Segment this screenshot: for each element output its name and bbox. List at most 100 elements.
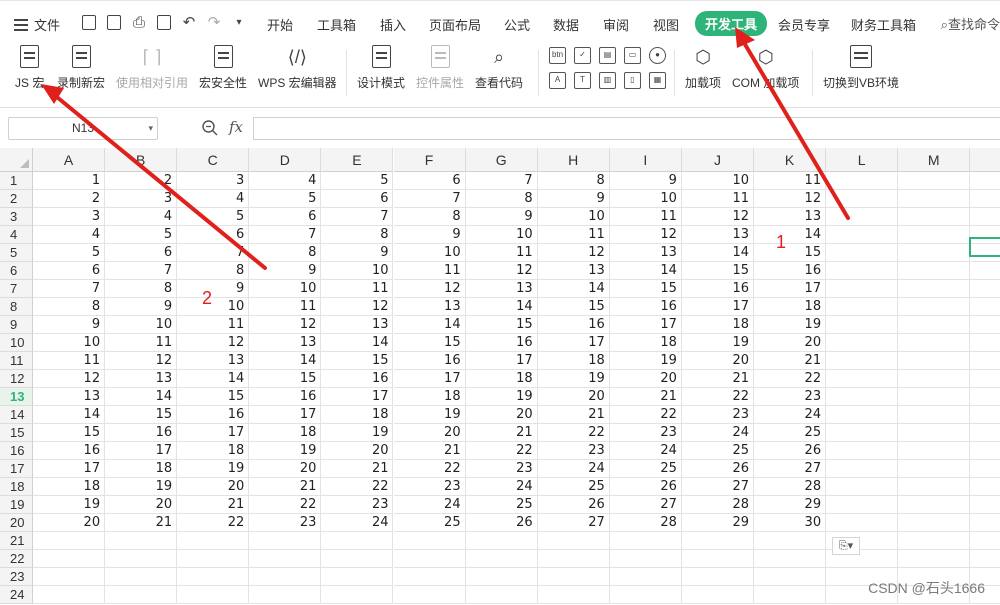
table-cell[interactable] xyxy=(970,190,1000,208)
table-cell[interactable]: 11 xyxy=(465,244,538,262)
table-cell[interactable]: 21 xyxy=(249,478,322,496)
table-cell[interactable] xyxy=(609,568,682,586)
column-header-j[interactable]: J xyxy=(681,148,754,172)
table-cell[interactable]: 17 xyxy=(609,316,682,334)
table-cell[interactable]: 17 xyxy=(249,406,322,424)
table-cell[interactable]: 7 xyxy=(321,208,394,226)
table-cell[interactable] xyxy=(393,568,466,586)
table-cell[interactable] xyxy=(826,442,899,460)
table-cell[interactable] xyxy=(826,514,899,532)
table-cell[interactable]: 20 xyxy=(537,388,610,406)
table-cell[interactable]: 18 xyxy=(537,352,610,370)
table-cell[interactable]: 22 xyxy=(393,460,466,478)
table-cell[interactable] xyxy=(321,568,394,586)
table-cell[interactable] xyxy=(826,352,899,370)
table-cell[interactable] xyxy=(898,478,971,496)
row-header-17[interactable]: 17 xyxy=(0,460,33,478)
table-cell[interactable]: 9 xyxy=(249,262,322,280)
table-cell[interactable] xyxy=(465,586,538,604)
table-cell[interactable]: 7 xyxy=(393,190,466,208)
row-header-18[interactable]: 18 xyxy=(0,478,33,496)
table-cell[interactable]: 13 xyxy=(105,370,178,388)
table-cell[interactable]: 14 xyxy=(754,226,827,244)
table-cell[interactable]: 15 xyxy=(537,298,610,316)
table-cell[interactable] xyxy=(105,568,178,586)
table-cell[interactable]: 10 xyxy=(609,190,682,208)
view-code-button[interactable]: ⌕ 查看代码 xyxy=(475,44,523,108)
table-cell[interactable]: 18 xyxy=(609,334,682,352)
table-cell[interactable]: 21 xyxy=(681,370,754,388)
macro-security-button[interactable]: 宏安全性 xyxy=(199,44,247,108)
table-cell[interactable]: 15 xyxy=(105,406,178,424)
table-cell[interactable]: 23 xyxy=(465,460,538,478)
table-cell[interactable]: 10 xyxy=(321,262,394,280)
column-header-i[interactable]: I xyxy=(609,148,682,172)
undo-icon[interactable]: ↶ xyxy=(180,13,198,31)
table-cell[interactable] xyxy=(826,244,899,262)
table-cell[interactable]: 20 xyxy=(465,406,538,424)
table-cell[interactable] xyxy=(898,262,971,280)
select-all-corner[interactable] xyxy=(0,148,33,172)
table-cell[interactable] xyxy=(898,496,971,514)
table-cell[interactable]: 18 xyxy=(249,424,322,442)
table-cell[interactable]: 13 xyxy=(393,298,466,316)
image-control-icon[interactable]: ▦ xyxy=(649,72,666,89)
table-cell[interactable] xyxy=(537,586,610,604)
table-cell[interactable] xyxy=(898,370,971,388)
table-cell[interactable]: 7 xyxy=(177,244,250,262)
table-cell[interactable]: 22 xyxy=(465,442,538,460)
addins-button[interactable]: ⬡ 加载项 xyxy=(685,44,721,108)
column-header-k[interactable]: K xyxy=(754,148,827,172)
table-cell[interactable] xyxy=(898,244,971,262)
table-cell[interactable]: 9 xyxy=(609,172,682,190)
table-cell[interactable]: 20 xyxy=(321,442,394,460)
table-cell[interactable]: 19 xyxy=(177,460,250,478)
table-cell[interactable]: 26 xyxy=(609,478,682,496)
table-cell[interactable]: 24 xyxy=(465,478,538,496)
table-cell[interactable]: 14 xyxy=(105,388,178,406)
table-cell[interactable]: 10 xyxy=(393,244,466,262)
table-cell[interactable]: 25 xyxy=(465,496,538,514)
table-cell[interactable]: 14 xyxy=(537,280,610,298)
table-cell[interactable]: 19 xyxy=(393,406,466,424)
column-header-m[interactable]: M xyxy=(898,148,971,172)
table-cell[interactable]: 25 xyxy=(393,514,466,532)
table-cell[interactable] xyxy=(105,532,178,550)
table-cell[interactable] xyxy=(826,388,899,406)
table-cell[interactable] xyxy=(537,550,610,568)
table-cell[interactable]: 9 xyxy=(465,208,538,226)
row-header-1[interactable]: 1 xyxy=(0,172,33,190)
row-header-13[interactable]: 13 xyxy=(0,388,33,406)
table-cell[interactable] xyxy=(898,298,971,316)
table-cell[interactable] xyxy=(970,532,1000,550)
table-cell[interactable]: 22 xyxy=(754,370,827,388)
table-cell[interactable] xyxy=(249,550,322,568)
table-cell[interactable] xyxy=(898,424,971,442)
row-header-11[interactable]: 11 xyxy=(0,352,33,370)
table-cell[interactable] xyxy=(826,424,899,442)
row-header-5[interactable]: 5 xyxy=(0,244,33,262)
table-cell[interactable]: 13 xyxy=(321,316,394,334)
table-cell[interactable]: 12 xyxy=(465,262,538,280)
table-cell[interactable]: 30 xyxy=(754,514,827,532)
search-command[interactable]: ⌕查找命令 xyxy=(941,14,1000,33)
row-header-19[interactable]: 19 xyxy=(0,496,33,514)
table-cell[interactable] xyxy=(105,550,178,568)
table-cell[interactable]: 12 xyxy=(321,298,394,316)
table-cell[interactable]: 12 xyxy=(754,190,827,208)
table-cell[interactable]: 18 xyxy=(393,388,466,406)
table-cell[interactable]: 12 xyxy=(393,280,466,298)
table-cell[interactable] xyxy=(393,532,466,550)
table-cell[interactable] xyxy=(249,532,322,550)
table-cell[interactable] xyxy=(681,568,754,586)
table-cell[interactable] xyxy=(609,586,682,604)
table-cell[interactable]: 19 xyxy=(537,370,610,388)
selected-cell-n13[interactable] xyxy=(969,237,1000,257)
table-cell[interactable]: 7 xyxy=(465,172,538,190)
table-cell[interactable] xyxy=(898,316,971,334)
tab-5[interactable]: 数据 xyxy=(553,15,579,34)
table-cell[interactable] xyxy=(898,280,971,298)
table-cell[interactable] xyxy=(826,226,899,244)
row-header-7[interactable]: 7 xyxy=(0,280,33,298)
table-cell[interactable] xyxy=(826,406,899,424)
